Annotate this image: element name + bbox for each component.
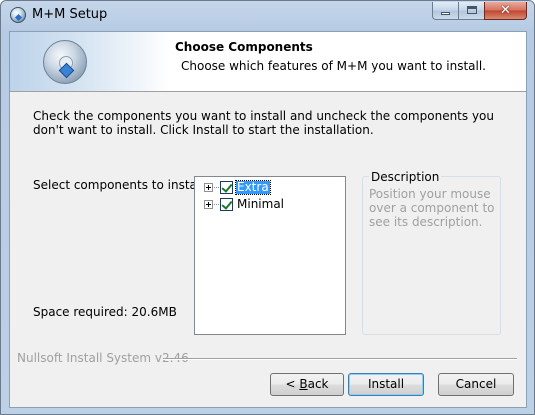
- back-rest: ack: [307, 377, 329, 391]
- tree-item-extra[interactable]: Extra: [204, 180, 271, 195]
- setup-window: M+M Setup ✕ Choose Components Choose whi…: [0, 0, 535, 415]
- tree-connector: [214, 203, 219, 206]
- header-logo: [10, 32, 170, 91]
- space-required-label: Space required: 20.6MB: [33, 305, 177, 319]
- description-text: Position your mouse over a component to …: [369, 187, 495, 229]
- page-title: Choose Components: [175, 40, 313, 54]
- extra-checkbox[interactable]: [220, 181, 233, 194]
- page-header: Choose Components Choose which features …: [10, 32, 526, 92]
- tree-connector: [214, 186, 219, 189]
- expand-icon[interactable]: [204, 200, 213, 209]
- installer-app-icon: [10, 7, 26, 23]
- back-button[interactable]: < Back: [270, 373, 344, 396]
- tree-item-minimal[interactable]: Minimal: [204, 197, 285, 212]
- tree-item-label[interactable]: Extra: [235, 180, 271, 195]
- cancel-button[interactable]: Cancel: [438, 373, 514, 396]
- window-title: M+M Setup: [32, 7, 108, 22]
- branding-divider: [163, 358, 517, 360]
- select-components-label: Select components to install:: [33, 178, 208, 192]
- minimal-checkbox[interactable]: [220, 198, 233, 211]
- back-prefix: <: [285, 377, 300, 391]
- close-button[interactable]: ✕: [484, 2, 527, 20]
- caption-buttons: ✕: [432, 2, 527, 21]
- minimize-button[interactable]: [432, 2, 458, 20]
- components-tree[interactable]: Extra Minimal: [194, 176, 346, 335]
- maximize-icon: [467, 6, 477, 14]
- close-icon: ✕: [500, 3, 511, 18]
- description-title: Description: [369, 170, 442, 184]
- maximize-button[interactable]: [458, 2, 484, 20]
- installer-disc-icon: [43, 40, 87, 84]
- minimize-icon: [441, 12, 450, 15]
- page-subtitle: Choose which features of M+M you want to…: [181, 59, 486, 73]
- back-mnemonic: B: [299, 377, 308, 391]
- tree-item-label[interactable]: Minimal: [236, 198, 285, 211]
- installer-page: Choose Components Choose which features …: [9, 31, 527, 408]
- install-button[interactable]: Install: [348, 373, 424, 396]
- title-bar[interactable]: M+M Setup ✕: [1, 1, 534, 31]
- expand-icon[interactable]: [204, 183, 213, 192]
- intro-text: Check the components you want to install…: [33, 109, 494, 137]
